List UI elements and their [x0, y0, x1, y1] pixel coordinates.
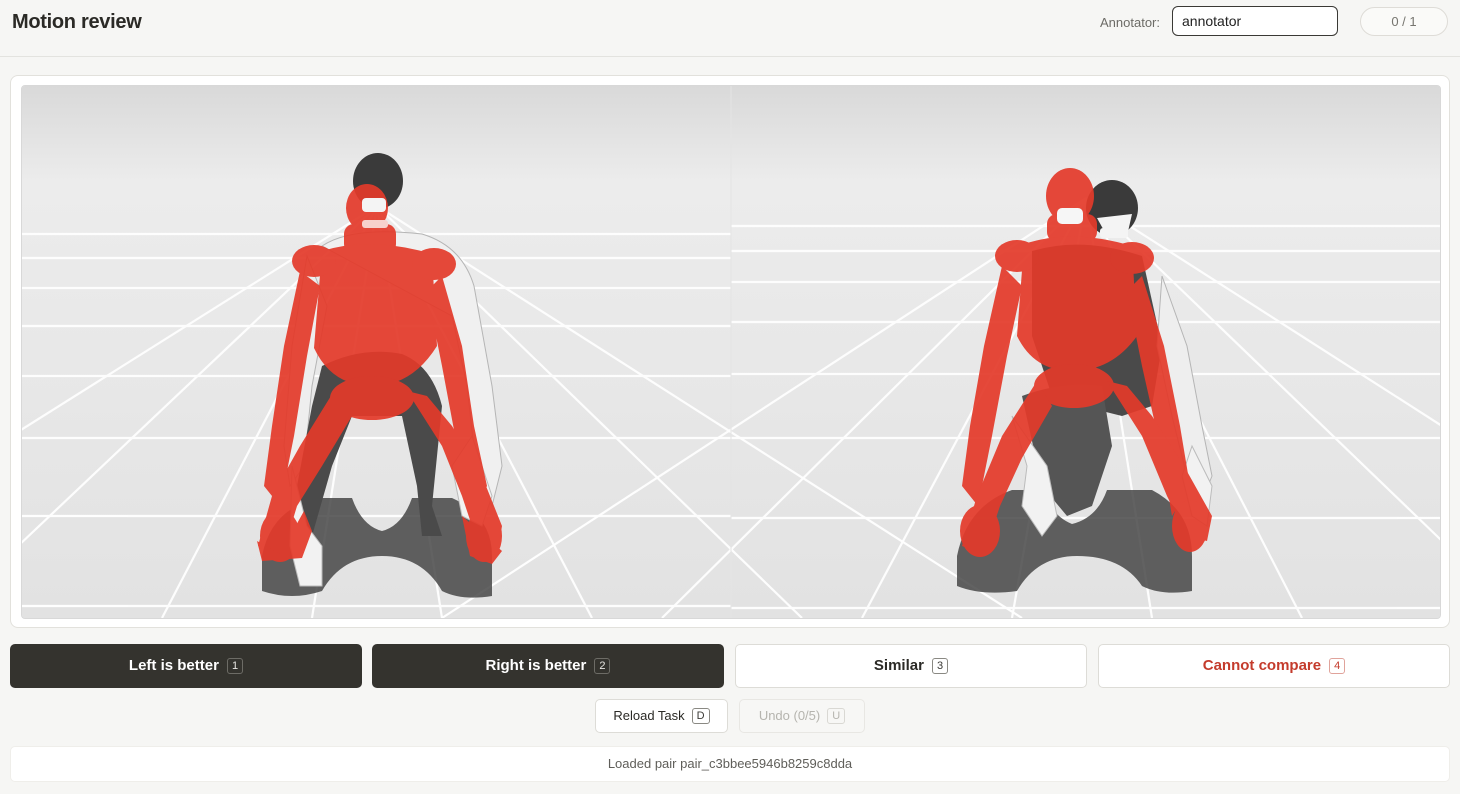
motion-scene: [22, 86, 1440, 618]
status-bar: Loaded pair pair_c3bbee5946b8259c8dda: [10, 746, 1450, 782]
similar-button[interactable]: Similar 3: [735, 644, 1087, 688]
right-is-better-shortcut: 2: [594, 658, 611, 674]
motion-video-viewer[interactable]: [21, 85, 1441, 619]
cannot-compare-shortcut: 4: [1329, 658, 1346, 674]
annotator-input[interactable]: [1172, 6, 1338, 36]
undo-shortcut: U: [827, 708, 846, 724]
cannot-compare-label: Cannot compare: [1202, 657, 1322, 674]
reload-task-label: Reload Task: [613, 708, 685, 723]
similar-label: Similar: [873, 657, 924, 674]
similar-shortcut: 3: [931, 658, 949, 674]
reload-task-button[interactable]: Reload Task D: [595, 699, 728, 733]
top-bar: Motion review Annotator: 0 / 1: [0, 0, 1460, 57]
annotator-label: Annotator:: [1100, 15, 1160, 30]
page-title: Motion review: [12, 11, 142, 33]
video-card: [10, 75, 1450, 628]
right-is-better-label: Right is better: [485, 657, 587, 674]
left-is-better-shortcut: 1: [226, 658, 244, 674]
status-message: Loaded pair pair_c3bbee5946b8259c8dda: [607, 756, 853, 771]
left-is-better-button[interactable]: Left is better 1: [10, 644, 362, 688]
cannot-compare-button[interactable]: Cannot compare 4: [1098, 644, 1450, 688]
reload-task-shortcut: D: [691, 708, 710, 724]
progress-counter: 0 / 1: [1360, 7, 1448, 36]
undo-button[interactable]: Undo (0/5) U: [739, 699, 865, 733]
right-is-better-button[interactable]: Right is better 2: [372, 644, 724, 688]
left-is-better-label: Left is better: [128, 657, 219, 674]
undo-label: Undo (0/5): [758, 708, 821, 723]
